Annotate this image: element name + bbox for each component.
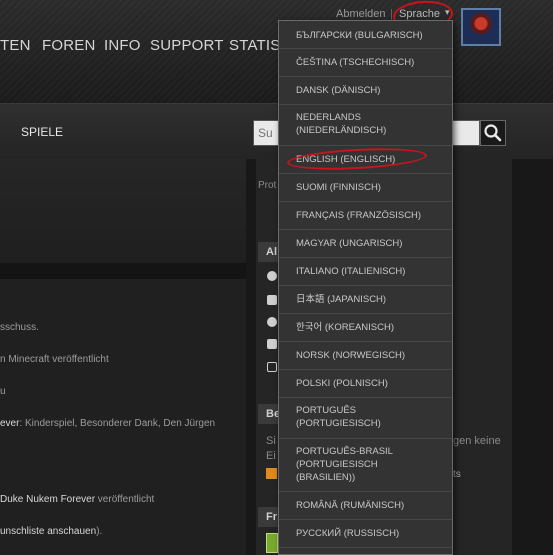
language-option-label: ČEŠTINA (TSCHECHISCH) [296,57,415,68]
language-option-romanian[interactable]: ROMÂNĂ (RUMÄNISCH) [279,492,452,520]
language-option-label: ITALIANO (ITALIENISCH) [296,266,406,277]
nav-item-foren[interactable]: FOREN [42,37,96,54]
language-option-label: DANSK (DÄNISCH) [296,85,381,96]
language-option-korean[interactable]: 한국어 (KOREANISCH) [279,314,452,342]
feed-item-text: ). [96,526,103,537]
search-button[interactable] [480,120,506,146]
language-option-label: SUOMI (FINNISCH) [296,182,381,193]
language-option-french[interactable]: FRANÇAIS (FRANZÖSISCH) [279,202,452,230]
feed-item: sschuss. [0,322,39,333]
search-icon [484,124,502,142]
language-option-dutch[interactable]: NEDERLANDS (NIEDERLÄNDISCH) [279,105,452,146]
sub-nav-bar: SPIELE [0,103,553,159]
sidebar-text: gen keine [453,435,501,447]
sidebar-text: Ei [266,450,276,462]
activity-feed-panel: sschuss. n Minecraft veröffentlicht u ev… [0,159,246,555]
language-option-label: ROMÂNĂ (RUMÄNISCH) [296,500,405,511]
sidebar-box-header: Be [258,404,280,424]
language-option-italian[interactable]: ITALIANO (ITALIENISCH) [279,258,452,286]
feed-item-text: : Kinderspiel, Besonderer Dank, Den Jürg… [19,418,216,429]
language-option-label: POLSKI (POLNISCH) [296,378,388,389]
feed-item-link[interactable]: unschliste anschauen [0,526,96,537]
feed-item: unschliste anschauen). [0,526,102,537]
nav-item-stats[interactable]: STATIS [229,37,280,54]
feed-item-link[interactable]: ever [0,418,19,429]
feed-item: ever: Kinderspiel, Besonderer Dank, Den … [0,418,215,429]
sidebar-link[interactable]: ts [453,469,461,480]
language-option-label: 日本語 (JAPANISCH) [296,294,387,305]
feed-item-text: veröffentlicht [95,494,155,505]
globe-icon [267,317,277,327]
panel-header-area [0,159,246,263]
language-option-hungarian[interactable]: MAGYAR (UNGARISCH) [279,230,452,258]
rss-icon[interactable] [266,468,277,479]
language-option-label: PORTUGUÊS-BRASIL (PORTUGIESISCH (BRASILI… [296,446,393,483]
language-option-russian[interactable]: РУССКИЙ (RUSSISCH) [279,520,452,548]
sidebar-text: Si [266,435,276,447]
language-option-polish[interactable]: POLSKI (POLNISCH) [279,370,452,398]
language-option-label: MAGYAR (UNGARISCH) [296,238,403,249]
sidebar-box-header: Fr [258,507,280,527]
language-option-finnish[interactable]: SUOMI (FINNISCH) [279,174,452,202]
language-option-czech[interactable]: ČEŠTINA (TSCHECHISCH) [279,49,452,77]
nav-item-support[interactable]: SUPPORT [150,37,224,54]
nav-item-partial[interactable]: TEN [0,37,31,54]
sidebar-box-title: Al [266,246,277,258]
feed-item: n Minecraft veröffentlicht [0,354,109,365]
language-option-norwegian[interactable]: NORSK (NORWEGISCH) [279,342,452,370]
feed-item: u [0,386,6,397]
language-option-bulgarian[interactable]: БЪЛГАРСКИ (BULGARISCH) [279,21,452,49]
language-option-label: 한국어 (KOREANISCH) [296,322,395,333]
language-menu: БЪЛГАРСКИ (BULGARISCH) ČEŠTINA (TSCHECHI… [278,20,453,555]
nav-item-info[interactable]: INFO [104,37,141,54]
document-icon [267,295,277,305]
language-option-label: NORSK (NORWEGISCH) [296,350,406,361]
language-option-label: FRANÇAIS (FRANZÖSISCH) [296,210,422,221]
camera-icon [267,339,277,349]
panel-divider [0,263,246,279]
language-option-label: БЪЛГАРСКИ (BULGARISCH) [296,30,423,41]
language-option-label: NEDERLANDS (NIEDERLÄNDISCH) [296,112,387,136]
language-option-portuguese-brazil[interactable]: PORTUGUÊS-BRASIL (PORTUGIESISCH (BRASILI… [279,439,452,492]
language-option-label: PORTUGUÊS (PORTUGIESISCH) [296,405,381,429]
language-option-portuguese[interactable]: PORTUGUÊS (PORTUGIESISCH) [279,398,452,439]
sidebar-box-title: Fr [266,511,277,523]
feed-item-link[interactable]: Duke Nukem Forever [0,494,95,505]
logout-link[interactable]: Abmelden [336,8,386,20]
bag-icon [267,362,277,372]
language-option-japanese[interactable]: 日本語 (JAPANISCH) [279,286,452,314]
nav-item-spiele[interactable]: SPIELE [21,125,63,139]
avatar[interactable] [461,8,501,46]
circle-icon [267,271,277,281]
friend-avatar[interactable] [266,533,278,553]
language-option-label: РУССКИЙ (RUSSISCH) [296,528,400,539]
top-bar: Abmelden | Sprache ▾ TEN FOREN INFO SUPP… [0,0,553,103]
sidebar-box-header: Al [258,242,280,262]
feed-item: Duke Nukem Forever veröffentlicht [0,494,154,505]
profile-text: Prot [258,180,277,191]
language-option-danish[interactable]: DANSK (DÄNISCH) [279,77,452,105]
